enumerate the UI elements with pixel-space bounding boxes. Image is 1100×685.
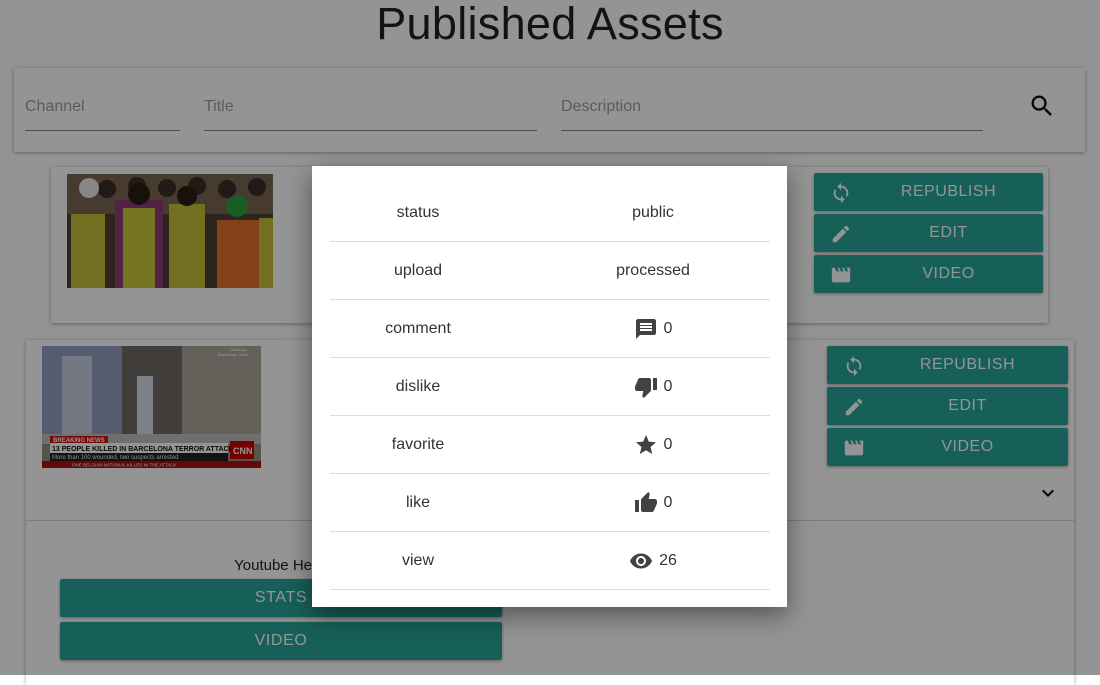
stats-value: 0 bbox=[506, 416, 800, 473]
stats-value: 0 bbox=[506, 474, 800, 531]
stats-row-status: status public bbox=[330, 184, 770, 242]
star-icon bbox=[635, 434, 656, 454]
stats-key: status bbox=[396, 204, 440, 221]
stats-row-dislike: dislike 0 bbox=[330, 358, 770, 416]
eye-icon bbox=[630, 553, 653, 568]
thumbs-up-icon bbox=[634, 491, 657, 512]
stats-row-like: like 0 bbox=[330, 474, 770, 532]
stats-key: comment bbox=[385, 320, 451, 337]
stats-key: dislike bbox=[395, 378, 441, 395]
stats-value: 26 bbox=[506, 532, 800, 589]
stats-value: public bbox=[506, 184, 800, 241]
stats-row-favorite: favorite 0 bbox=[330, 416, 770, 474]
stats-key: view bbox=[401, 552, 434, 569]
status-value: public bbox=[632, 203, 674, 221]
view-count: 26 bbox=[659, 551, 677, 569]
stats-value: 0 bbox=[506, 358, 800, 415]
like-count: 0 bbox=[663, 493, 673, 511]
favorite-count: 0 bbox=[663, 435, 673, 453]
comment-count: 0 bbox=[663, 319, 673, 337]
comment-icon bbox=[635, 318, 656, 339]
stats-key: upload bbox=[393, 262, 443, 279]
stats-value: processed bbox=[506, 242, 800, 299]
stats-row-upload: upload processed bbox=[330, 242, 770, 300]
stats-value: 0 bbox=[506, 300, 800, 357]
upload-value: processed bbox=[616, 261, 690, 279]
stats-key: like bbox=[405, 494, 430, 511]
stats-key: favorite bbox=[391, 436, 445, 453]
thumbs-down-icon bbox=[634, 377, 657, 398]
dislike-count: 0 bbox=[663, 377, 673, 395]
stats-row-comment: comment 0 bbox=[330, 300, 770, 358]
stats-modal: status public upload processed comment 0… bbox=[312, 166, 787, 607]
stats-row-view: view 26 bbox=[330, 532, 770, 590]
